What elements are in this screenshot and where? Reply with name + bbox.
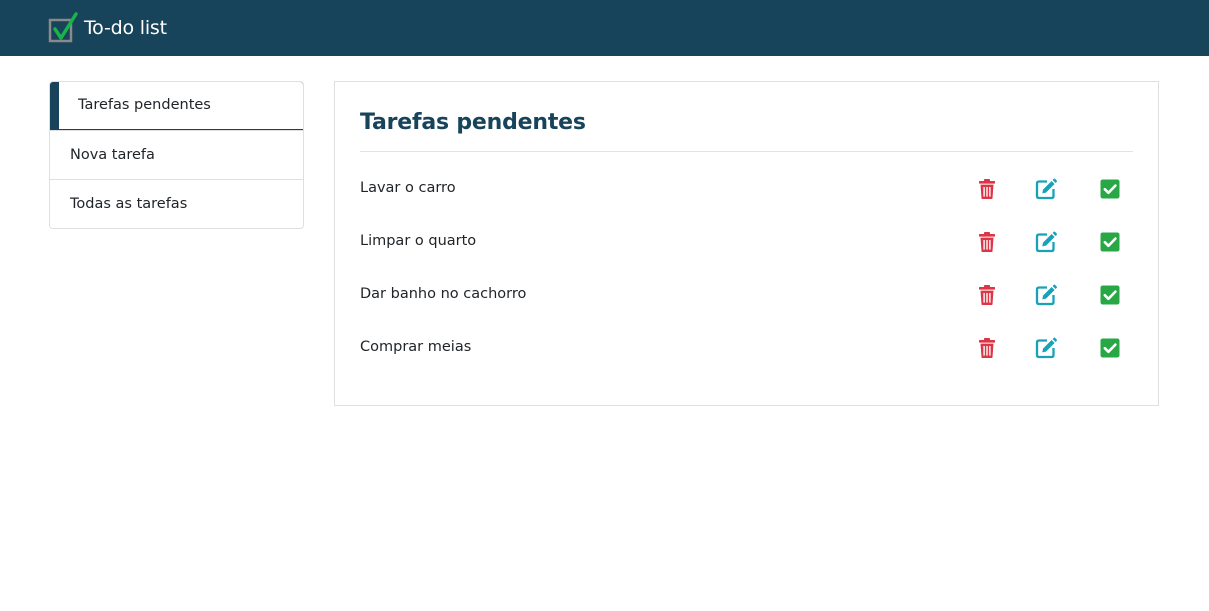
page-title: Tarefas pendentes [360,110,586,135]
trash-icon[interactable] [975,177,999,201]
task-row: Comprar meias [360,321,1133,374]
trash-icon[interactable] [975,283,999,307]
trash-icon[interactable] [975,336,999,360]
check-square-icon[interactable] [1098,230,1122,254]
task-row: Lavar o carro [360,162,1133,215]
brand-link[interactable]: To-do list [48,12,167,44]
task-name: Limpar o quarto [360,233,477,249]
task-row: Limpar o quarto [360,215,1133,268]
sidebar-item-todas-as-tarefas[interactable]: Todas as tarefas [50,179,303,228]
sidebar-item-tarefas-pendentes[interactable]: Tarefas pendentes [50,82,303,130]
task-name: Lavar o carro [360,180,456,196]
task-name: Dar banho no cachorro [360,286,527,302]
app-title: To-do list [84,17,167,39]
divider [360,151,1133,152]
task-list: Lavar o carro Limpar o quarto Dar banho … [360,162,1133,374]
edit-icon[interactable] [1034,283,1058,307]
top-navbar: To-do list [0,0,1209,56]
sidebar: Tarefas pendentes Nova tarefa Todas as t… [49,81,304,229]
check-square-icon[interactable] [1098,283,1122,307]
check-square-icon[interactable] [1098,177,1122,201]
sidebar-menu: Tarefas pendentes Nova tarefa Todas as t… [49,81,304,229]
checkbox-check-icon [48,12,78,43]
task-name: Comprar meias [360,339,472,355]
edit-icon[interactable] [1034,177,1058,201]
edit-icon[interactable] [1034,336,1058,360]
trash-icon[interactable] [975,230,999,254]
sidebar-item-nova-tarefa[interactable]: Nova tarefa [50,130,303,179]
main-panel: Tarefas pendentes Lavar o carro Limpar o… [334,81,1159,406]
edit-icon[interactable] [1034,230,1058,254]
check-square-icon[interactable] [1098,336,1122,360]
task-row: Dar banho no cachorro [360,268,1133,321]
